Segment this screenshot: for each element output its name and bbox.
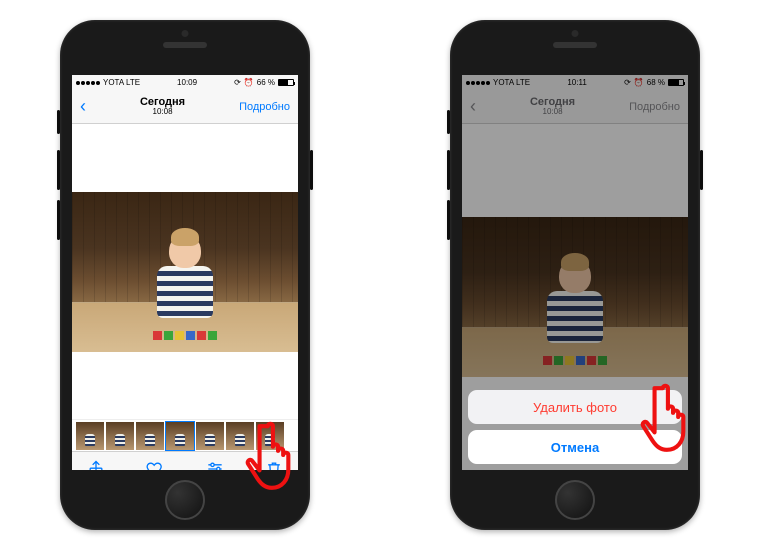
volume-up xyxy=(447,150,450,190)
thumbnail-selected[interactable] xyxy=(166,422,194,450)
volume-down xyxy=(57,200,60,240)
volume-down xyxy=(447,200,450,240)
share-icon[interactable] xyxy=(86,459,106,471)
screen-right: YOTA LTE 10:11 ⟳ ⏰ 68 % ‹ Сегодня 10:08 … xyxy=(462,75,688,470)
trash-icon[interactable] xyxy=(264,459,284,471)
rotation-lock-icon: ⟳ xyxy=(234,78,241,87)
details-button[interactable]: Подробно xyxy=(239,101,290,113)
power-button xyxy=(700,150,703,190)
bottom-toolbar xyxy=(72,451,298,470)
power-button xyxy=(310,150,313,190)
sliders-icon[interactable] xyxy=(205,459,225,471)
battery-icon xyxy=(278,79,294,86)
photo-content xyxy=(72,192,298,352)
back-button[interactable]: ‹ xyxy=(80,96,86,117)
mute-switch xyxy=(57,110,60,134)
status-bar: YOTA LTE 10:09 ⟳ ⏰ 66 % xyxy=(72,75,298,90)
thumbnail[interactable] xyxy=(136,422,164,450)
screen-left: YOTA LTE 10:09 ⟳ ⏰ 66 % ‹ Сегодня 10:08 … xyxy=(72,75,298,470)
alarm-icon: ⏰ xyxy=(244,78,254,87)
action-sheet: Удалить фото Отмена xyxy=(468,390,682,464)
thumbnail[interactable] xyxy=(226,422,254,450)
volume-up xyxy=(57,150,60,190)
delete-photo-button[interactable]: Удалить фото xyxy=(468,390,682,424)
nav-bar: ‹ Сегодня 10:08 Подробно xyxy=(72,90,298,124)
thumbnail[interactable] xyxy=(76,422,104,450)
mute-switch xyxy=(447,110,450,134)
heart-icon[interactable] xyxy=(145,459,165,471)
home-button[interactable] xyxy=(165,480,205,520)
photo-viewer[interactable] xyxy=(72,124,298,419)
thumbnail[interactable] xyxy=(106,422,134,450)
cancel-button[interactable]: Отмена xyxy=(468,430,682,464)
clock-label: 10:09 xyxy=(177,78,197,87)
thumbnail-strip[interactable] xyxy=(72,419,298,451)
iphone-right: YOTA LTE 10:11 ⟳ ⏰ 68 % ‹ Сегодня 10:08 … xyxy=(450,20,700,530)
carrier-label: YOTA LTE xyxy=(103,78,140,87)
signal-icon xyxy=(76,81,100,85)
thumbnail[interactable] xyxy=(256,422,284,450)
iphone-left: YOTA LTE 10:09 ⟳ ⏰ 66 % ‹ Сегодня 10:08 … xyxy=(60,20,310,530)
thumbnail[interactable] xyxy=(196,422,224,450)
chevron-left-icon: ‹ xyxy=(80,96,86,116)
home-button[interactable] xyxy=(555,480,595,520)
nav-title: Сегодня 10:08 xyxy=(140,96,185,117)
nav-subtitle-text: 10:08 xyxy=(140,108,185,117)
battery-percent: 66 % xyxy=(257,78,275,87)
